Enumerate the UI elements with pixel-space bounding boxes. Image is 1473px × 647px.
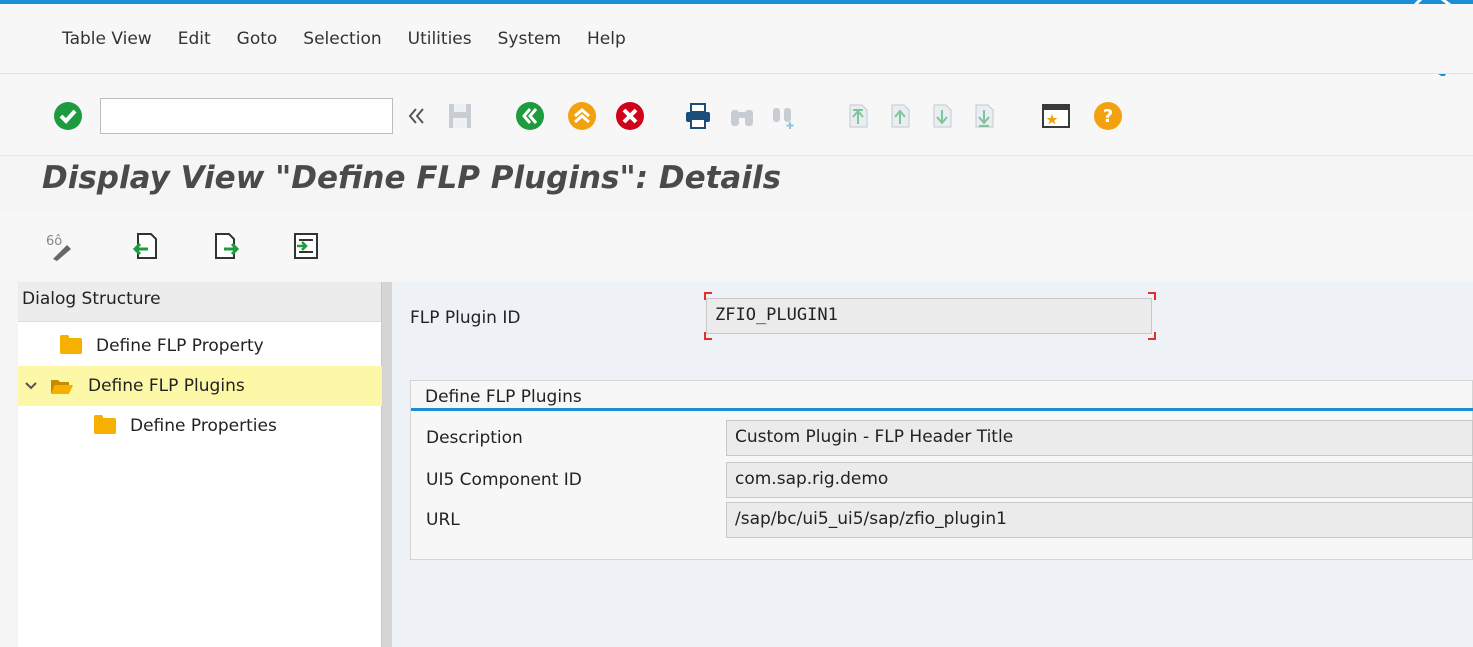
menu-utilities[interactable]: Utilities: [408, 29, 472, 49]
url-field[interactable]: /sap/bc/ui5_ui5/sap/zfio_plugin1: [726, 502, 1473, 538]
standard-toolbar: ?: [0, 76, 1473, 156]
find-icon[interactable]: [726, 99, 758, 133]
chevron-down-icon[interactable]: [24, 381, 38, 391]
folder-icon: [94, 415, 116, 434]
select-block-icon[interactable]: [290, 230, 322, 262]
ui5-component-id-label: UI5 Component ID: [426, 470, 582, 490]
menu-table-view[interactable]: Table View: [62, 29, 152, 49]
next-entry-icon[interactable]: [210, 230, 242, 262]
plugin-id-field[interactable]: ZFIO_PLUGIN1: [706, 298, 1152, 334]
tree-item-label: Define Properties: [130, 416, 277, 436]
tree-item-define-flp-property[interactable]: Define FLP Property: [60, 326, 264, 366]
previous-entry-icon[interactable]: [130, 230, 162, 262]
dialog-structure-header: Dialog Structure: [18, 282, 381, 322]
enter-icon[interactable]: [52, 99, 84, 133]
exit-icon[interactable]: [566, 99, 598, 133]
tree-item-label: Define FLP Property: [96, 336, 264, 356]
menu-goto[interactable]: Goto: [237, 29, 278, 49]
cancel-icon[interactable]: [614, 99, 646, 133]
url-label: URL: [426, 510, 460, 530]
required-marker: [704, 292, 712, 300]
required-marker: [1148, 332, 1156, 340]
menu-edit[interactable]: Edit: [178, 29, 211, 49]
help-icon[interactable]: ?: [1092, 99, 1124, 133]
dialog-structure-panel: Dialog Structure Define FLP Property Def…: [18, 282, 382, 647]
save-icon[interactable]: [444, 99, 476, 133]
next-page-icon[interactable]: [926, 99, 958, 133]
application-toolbar: 6ô: [0, 210, 1473, 280]
tree-item-label: Define FLP Plugins: [88, 376, 245, 396]
description-label: Description: [426, 428, 523, 448]
collapse-icon[interactable]: [400, 99, 432, 133]
tree-item-define-flp-plugins[interactable]: Define FLP Plugins: [18, 366, 382, 406]
plugin-id-label: FLP Plugin ID: [410, 308, 521, 328]
menu-bar: Table View Edit Goto Selection Utilities…: [0, 4, 1473, 74]
back-icon[interactable]: [514, 99, 546, 133]
menu-system[interactable]: System: [498, 29, 561, 49]
description-field[interactable]: Custom Plugin - FLP Header Title: [726, 420, 1473, 456]
page-title: Display View "Define FLP Plugins": Detai…: [42, 160, 782, 196]
print-icon[interactable]: [682, 99, 714, 133]
last-page-icon[interactable]: [968, 99, 1000, 133]
find-next-icon[interactable]: [768, 99, 800, 133]
previous-page-icon[interactable]: [884, 99, 916, 133]
svg-text:?: ?: [1103, 106, 1113, 127]
first-page-icon[interactable]: [842, 99, 874, 133]
svg-text:6ô: 6ô: [46, 234, 62, 249]
group-title: Define FLP Plugins: [425, 387, 582, 407]
tree-item-define-properties[interactable]: Define Properties: [94, 406, 277, 446]
ui5-component-id-field[interactable]: com.sap.rig.demo: [726, 462, 1473, 498]
command-field[interactable]: [100, 98, 393, 134]
folder-icon: [60, 335, 82, 354]
shortcut-icon[interactable]: [1040, 99, 1072, 133]
required-marker: [1148, 292, 1156, 300]
panel-splitter[interactable]: [382, 282, 392, 647]
open-folder-icon: [50, 377, 74, 395]
menu-help[interactable]: Help: [587, 29, 626, 49]
required-marker: [704, 332, 712, 340]
display-change-icon[interactable]: 6ô: [44, 230, 76, 262]
group-title-underline: [411, 408, 1473, 411]
menu-selection[interactable]: Selection: [303, 29, 381, 49]
